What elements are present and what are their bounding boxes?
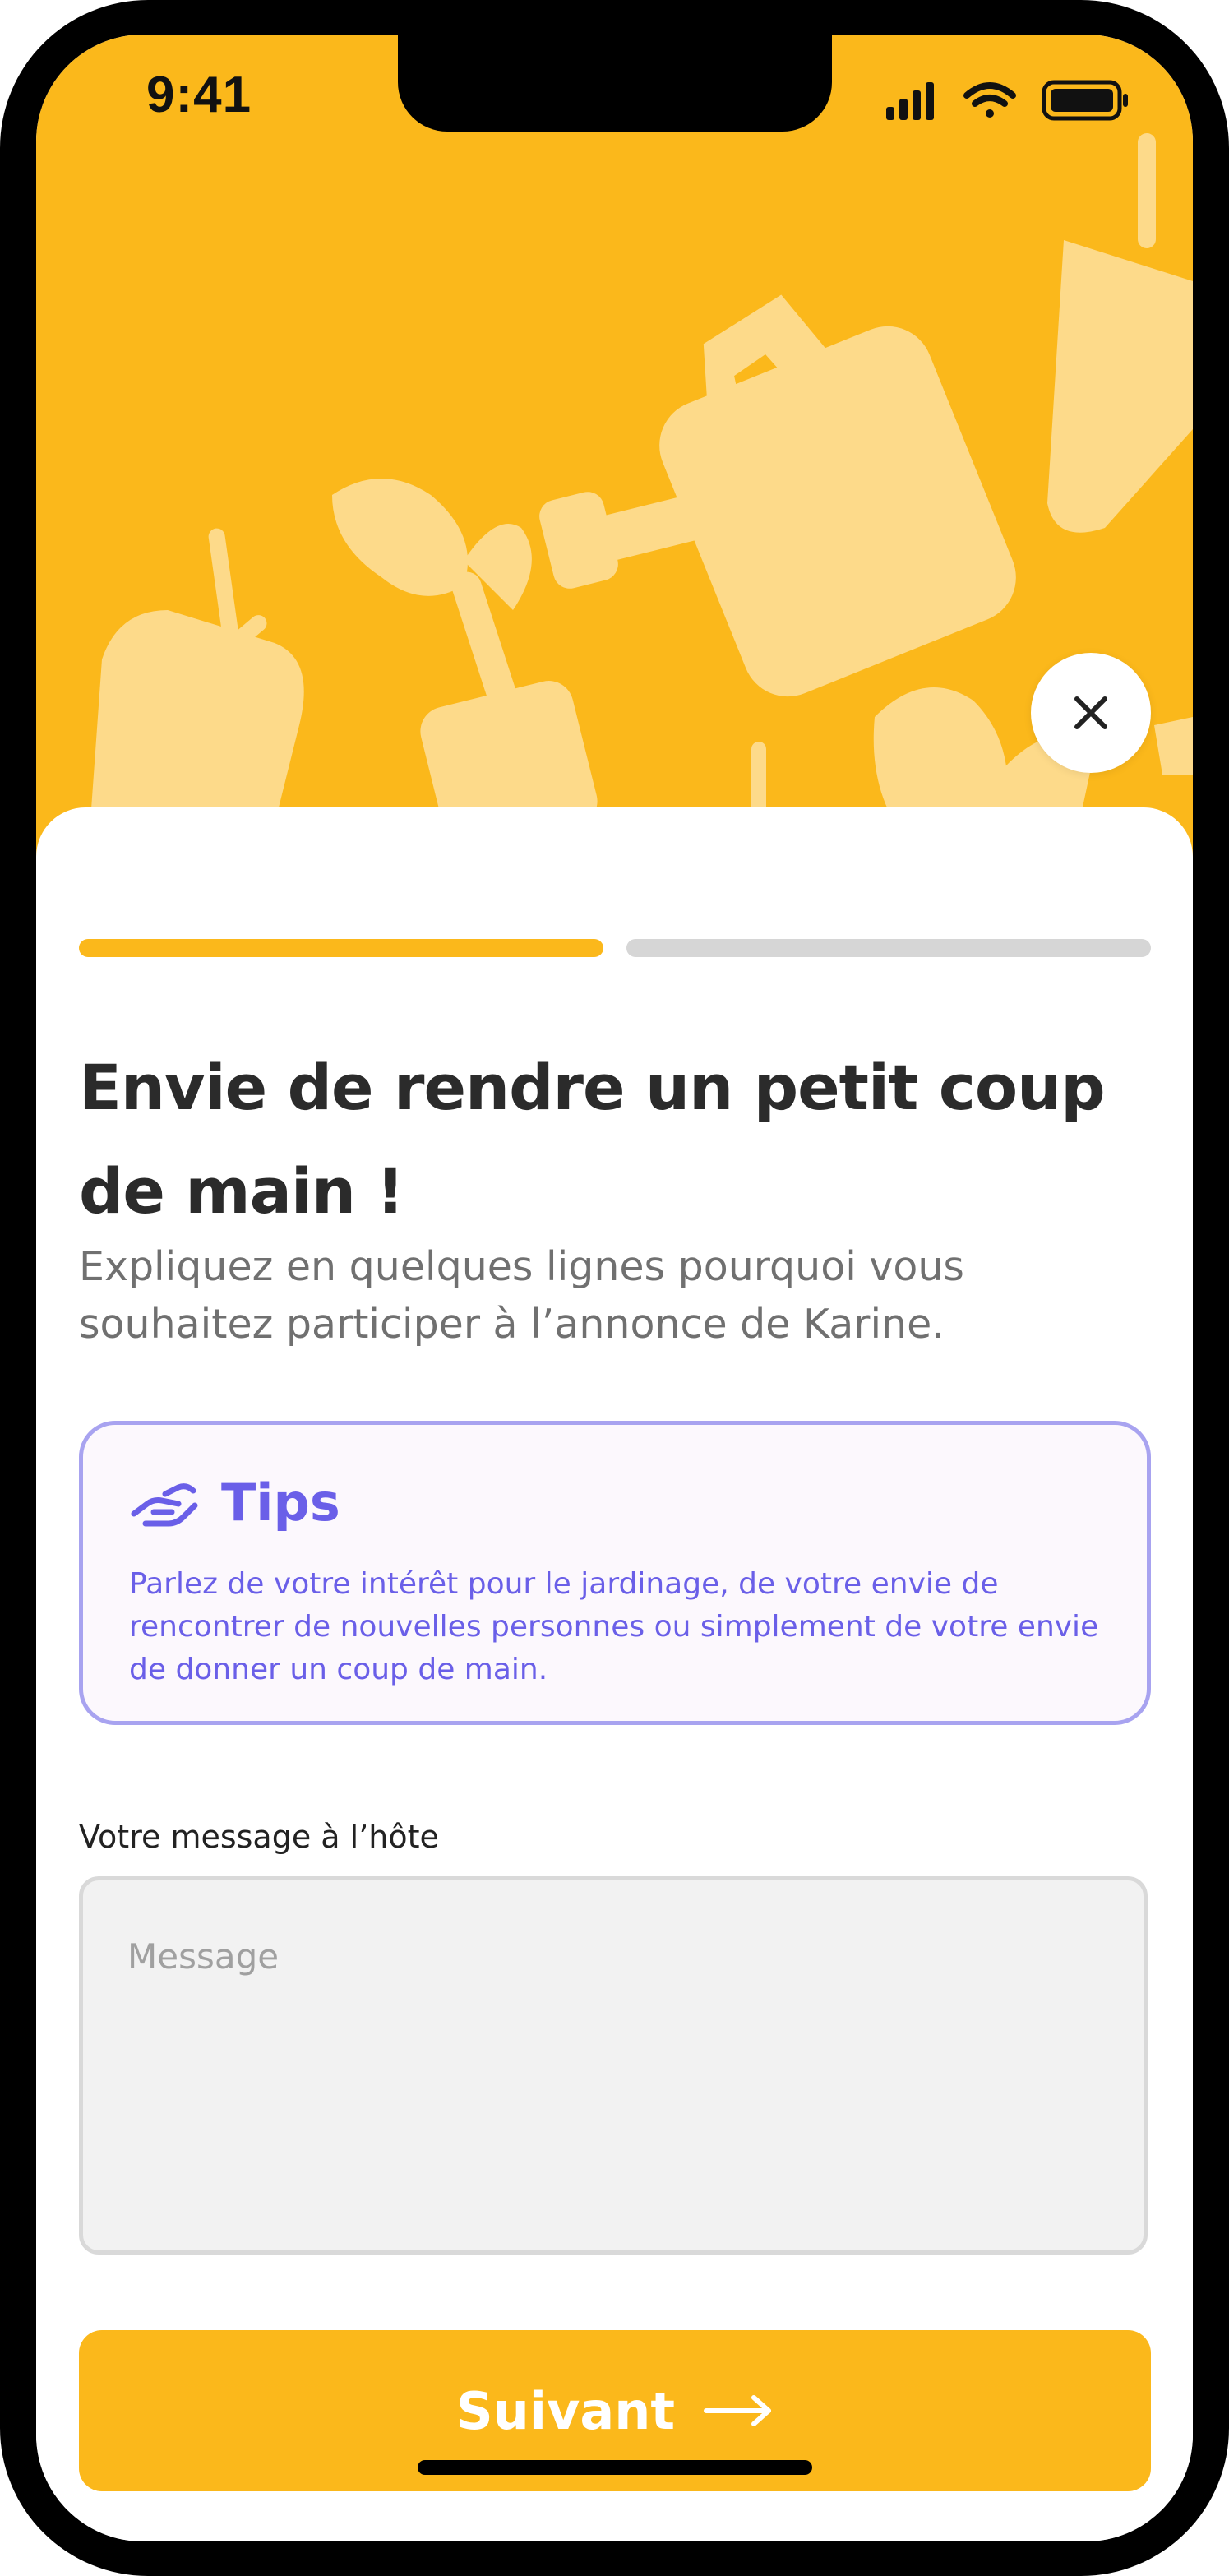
- message-label: Votre message à l’hôte: [79, 1819, 439, 1855]
- garden-illustration: [85, 133, 1193, 890]
- notch: [398, 35, 832, 132]
- hero-banner: 9:41: [36, 35, 1193, 890]
- close-icon: [1074, 696, 1107, 729]
- signal-icon: [886, 82, 934, 120]
- battery-icon: [1042, 80, 1128, 121]
- wifi-icon: [963, 82, 1016, 118]
- arrow-right-icon: [704, 2395, 772, 2426]
- progress-step-1: [79, 939, 603, 957]
- close-button[interactable]: [1031, 653, 1151, 773]
- status-time: 9:41: [146, 67, 252, 123]
- carrot-illustration: [1047, 133, 1193, 533]
- tips-card: Tips Parlez de votre intérêt pour le jar…: [79, 1421, 1151, 1725]
- message-input[interactable]: [79, 1876, 1148, 2255]
- phone-frame: 9:41 Envie de rendre un petit coup de ma…: [0, 0, 1229, 2576]
- home-indicator: [418, 2460, 812, 2475]
- helping-hand-icon: [131, 1483, 198, 1527]
- tips-text: Parlez de votre intérêt pour le jardinag…: [129, 1567, 1099, 1686]
- page-subtitle: Expliquez en quelques lignes pourquoi vo…: [79, 1243, 964, 1348]
- watering-can-illustration: [539, 294, 1016, 697]
- status-icons: [886, 80, 1128, 121]
- next-button-label: Suivant: [455, 2380, 676, 2441]
- screen: 9:41 Envie de rendre un petit coup de ma…: [36, 35, 1193, 2541]
- progress-step-2: [626, 939, 1151, 957]
- tips-title: Tips: [221, 1473, 340, 1533]
- page-title: Envie de rendre un petit coup de main !: [79, 1051, 1106, 1228]
- bottom-sheet: Envie de rendre un petit coup de main ! …: [36, 807, 1193, 2541]
